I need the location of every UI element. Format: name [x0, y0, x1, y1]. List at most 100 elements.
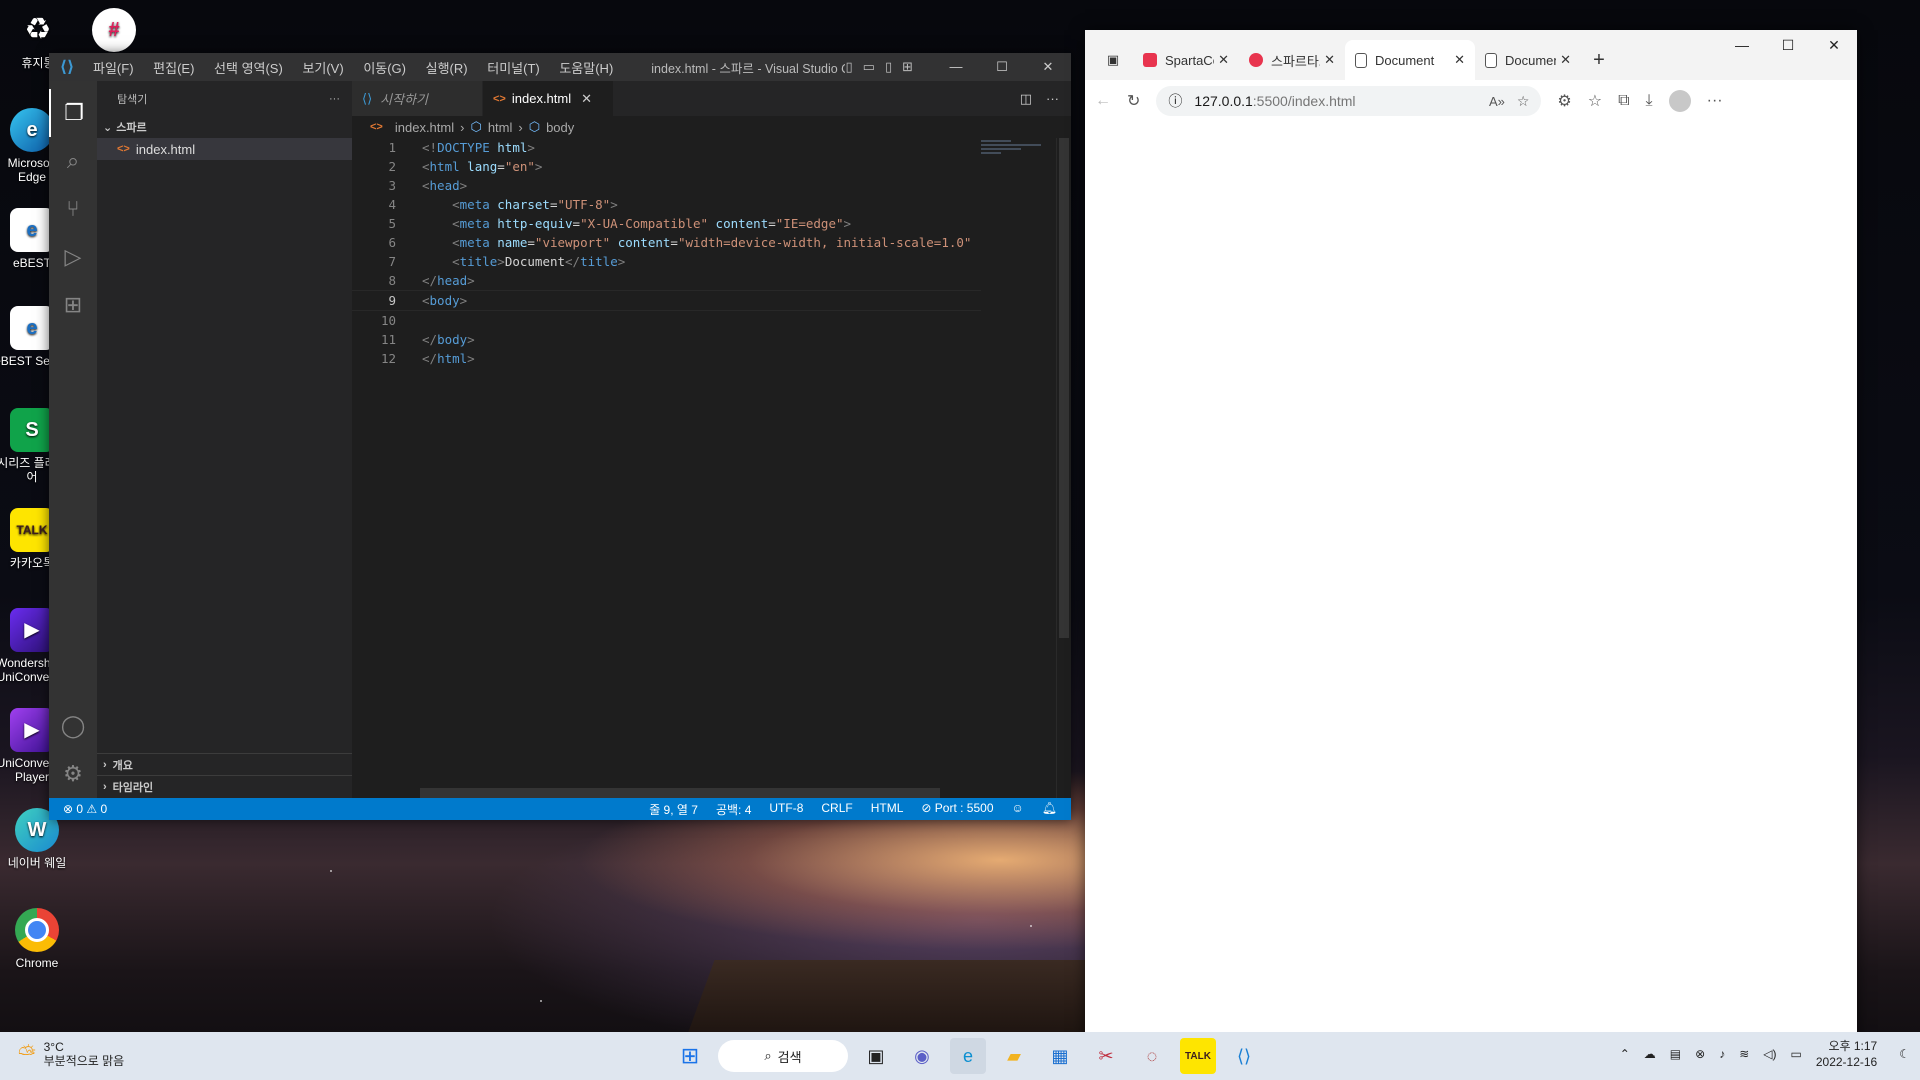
outline-panel[interactable]: › 개요 — [97, 753, 352, 776]
encoding[interactable]: UTF-8 — [769, 801, 803, 818]
clock[interactable]: 오후 1:17 2022-12-16 — [1816, 1038, 1885, 1070]
account-icon[interactable]: ◯ — [49, 702, 97, 750]
onedrive-cloud-icon[interactable]: ☁ — [1644, 1047, 1656, 1061]
code-editor[interactable]: 1 <! DOCTYPE html >2 < html lang = "en" >3 < head >… — [352, 138, 981, 368]
menu-selection[interactable]: 선택 영역(S) — [214, 61, 283, 76]
code-line[interactable]: 6 < meta name = "viewport" content = "width=d… — [352, 233, 981, 252]
edge-tab-3-active[interactable]: Document ✕ — [1345, 40, 1475, 80]
minimap[interactable] — [981, 138, 1057, 178]
search-icon[interactable]: ⌕ — [49, 137, 97, 185]
taskbar-search[interactable]: ⌕ 검색 — [718, 1040, 848, 1072]
read-aloud-icon[interactable]: A» — [1489, 94, 1505, 109]
maximize-button[interactable]: ☐ — [1765, 30, 1811, 60]
explorer-icon[interactable]: ❐ — [49, 89, 97, 137]
extensions-icon[interactable]: ⚙ — [1557, 91, 1571, 111]
minimize-button[interactable]: — — [1719, 30, 1765, 60]
maximize-button[interactable]: ☐ — [979, 59, 1025, 75]
tray-app-icon[interactable]: ▤ — [1670, 1047, 1681, 1061]
run-debug-icon[interactable]: ▷ — [49, 233, 97, 281]
task-view-icon[interactable]: ▣ — [858, 1038, 894, 1074]
code-line[interactable]: 8 </head > — [352, 271, 981, 290]
notifications-bell-icon[interactable]: 🔔︎ — [1042, 801, 1057, 818]
speaker-icon[interactable]: ♪ — [1719, 1047, 1725, 1061]
windows-start-icon[interactable]: ⊞ — [672, 1038, 708, 1074]
weather-widget[interactable]: ⛅︎ 3°C 부분적으로 맑음 — [18, 1040, 124, 1068]
page-viewport[interactable] — [1085, 122, 1857, 1052]
menu-help[interactable]: 도움말(H) — [559, 61, 613, 76]
workspace-folder[interactable]: ⌄ 스파르 — [97, 116, 352, 138]
menu-file[interactable]: 파일(F) — [93, 61, 134, 76]
volume-icon[interactable]: ◁) — [1763, 1047, 1776, 1061]
edge-tab-1[interactable]: SpartaCodin ✕ — [1133, 40, 1239, 80]
battery-icon[interactable]: ▭ — [1791, 1047, 1802, 1061]
edge-tab-4[interactable]: Document ✕ — [1475, 40, 1581, 80]
cursor-position[interactable]: 줄 9, 열 7 — [649, 801, 698, 818]
settings-gear-icon[interactable]: ⚙ — [49, 750, 97, 798]
edge-taskbar-icon[interactable]: e — [950, 1038, 986, 1074]
snipping-tool-icon[interactable]: ✂ — [1088, 1038, 1124, 1074]
wifi-icon[interactable]: ≋ — [1739, 1047, 1749, 1061]
notification-moon-icon[interactable]: ☾ — [1899, 1047, 1920, 1061]
split-editor-icon[interactable]: ◫ — [1020, 91, 1032, 107]
menu-go[interactable]: 이동(G) — [363, 61, 406, 76]
extensions-icon[interactable]: ⊞ — [49, 281, 97, 329]
code-line[interactable]: 11 </body > — [352, 330, 981, 349]
code-line[interactable]: 4 < meta charset = "UTF-8" > — [352, 195, 981, 214]
menu-run[interactable]: 실행(R) — [426, 61, 468, 76]
menu-view[interactable]: 보기(V) — [302, 61, 343, 76]
minimize-button[interactable]: — — [933, 59, 979, 75]
edge-tab-2[interactable]: 스파르타코 ✕ — [1239, 40, 1345, 80]
favorites-icon[interactable]: ☆ — [1588, 91, 1602, 111]
refresh-icon[interactable]: ↻ — [1127, 91, 1140, 111]
tray-close-icon[interactable]: ⊗ — [1695, 1047, 1705, 1061]
close-button[interactable]: ✕ — [1811, 30, 1857, 60]
customize-layout-icon[interactable]: ⊞ — [902, 59, 913, 75]
code-line[interactable]: 2 < html lang = "en" > — [352, 157, 981, 176]
source-control-icon[interactable]: ⑂ — [49, 185, 97, 233]
teams-chat-icon[interactable]: ◉ — [904, 1038, 940, 1074]
close-tab-icon[interactable]: ✕ — [1454, 52, 1465, 68]
close-tab-icon[interactable]: ✕ — [1218, 52, 1229, 68]
problems-status[interactable]: ⊗ 0 ⚠ 0 — [49, 802, 107, 816]
menu-terminal[interactable]: 터미널(T) — [487, 61, 539, 76]
code-line[interactable]: 1 <! DOCTYPE html > — [352, 138, 981, 157]
collections-icon[interactable]: ⧉ — [1618, 92, 1629, 110]
new-tab-plus-icon[interactable]: + — [1581, 40, 1617, 80]
back-arrow-icon[interactable]: ← — [1095, 92, 1111, 110]
code-line[interactable]: 5 < meta http-equiv = "X-UA-Compatible" con… — [352, 214, 981, 233]
desktop-icon-slack[interactable]: # — [74, 8, 154, 56]
add-favorite-icon[interactable]: ☆ — [1517, 93, 1530, 110]
app-icon[interactable]: ◌ — [1134, 1038, 1170, 1074]
indentation[interactable]: 공백: 4 — [716, 801, 751, 818]
code-line[interactable]: 3 < head > — [352, 176, 981, 195]
code-line[interactable]: 7 < title > Document </title > — [352, 252, 981, 271]
toggle-secondary-sidebar-icon[interactable]: ▯ — [885, 59, 892, 75]
toggle-sidebar-icon[interactable]: ▯ — [845, 59, 852, 75]
code-line[interactable]: 12 </html > — [352, 349, 981, 368]
tab-actions-icon[interactable]: ▣ — [1093, 40, 1133, 80]
editor-more-icon[interactable]: ··· — [1046, 91, 1059, 106]
close-button[interactable]: ✕ — [1025, 59, 1071, 75]
vertical-scrollbar[interactable] — [1056, 138, 1071, 798]
file-explorer-icon[interactable]: ▰ — [996, 1038, 1032, 1074]
breadcrumb-html[interactable]: html — [488, 120, 513, 135]
profile-avatar[interactable] — [1668, 90, 1691, 112]
file-item-index-html[interactable]: <> index.html — [97, 138, 352, 160]
breadcrumb-body[interactable]: body — [546, 120, 574, 135]
close-tab-icon[interactable]: ✕ — [1324, 52, 1335, 68]
toggle-panel-icon[interactable]: ▭ — [863, 59, 875, 75]
close-tab-icon[interactable]: ✕ — [581, 91, 592, 107]
end-of-line[interactable]: CRLF — [821, 801, 852, 818]
code-line[interactable]: 10 — [352, 311, 981, 330]
tab-getting-started[interactable]: ⟨⟩ 시작하기 — [352, 81, 483, 116]
menu-edit[interactable]: 편집(E) — [153, 61, 194, 76]
desktop-icon-chrome[interactable]: Chrome — [0, 908, 77, 970]
tab-index-html[interactable]: <> index.html ✕ — [483, 81, 614, 116]
show-hidden-icons-icon[interactable]: ⌃ — [1620, 1047, 1630, 1061]
downloads-icon[interactable]: ⤓ — [1646, 92, 1653, 110]
settings-more-icon[interactable]: ··· — [1707, 92, 1723, 110]
live-server-port[interactable]: ⊘ Port : 5500 — [921, 801, 993, 818]
more-actions-icon[interactable]: ··· — [329, 93, 340, 105]
timeline-panel[interactable]: › 타임라인 — [97, 775, 352, 798]
vscode-taskbar-icon[interactable]: ⟨⟩ — [1226, 1038, 1262, 1074]
